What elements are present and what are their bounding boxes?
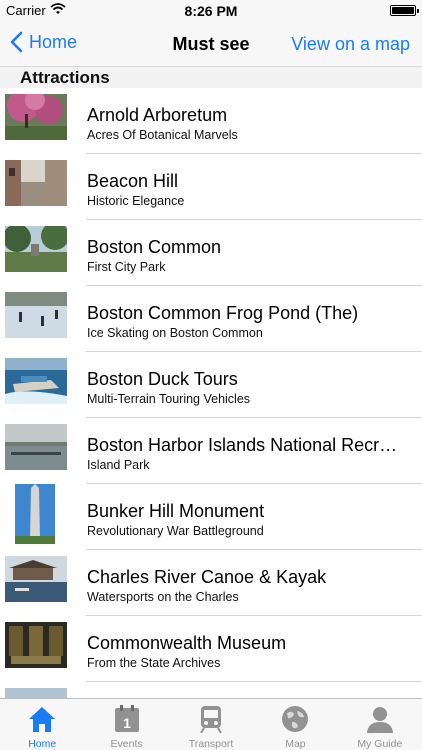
tab-label: Map: [285, 738, 306, 750]
list-item[interactable]: Charles River Canoe & Kayak Watersports …: [0, 550, 422, 616]
tab-map[interactable]: Map: [253, 699, 337, 750]
list-item[interactable]: Bunker Hill Monument Revolutionary War B…: [0, 484, 422, 550]
tab-home[interactable]: Home: [0, 699, 84, 750]
tab-label: Events: [110, 738, 143, 750]
list-item-subtitle: Watersports on the Charles: [87, 590, 239, 604]
thumbnail-image: [15, 484, 55, 544]
list-item-subtitle: Island Park: [87, 458, 150, 472]
status-time: 8:26 PM: [184, 3, 238, 19]
list-item-subtitle: Acres Of Botanical Marvels: [87, 128, 238, 142]
tab-transport[interactable]: Transport: [169, 699, 253, 750]
list-item-subtitle: Ice Skating on Boston Common: [87, 326, 263, 340]
thumbnail-image: [5, 292, 67, 338]
thumbnail-image: [5, 622, 67, 668]
list-item[interactable]: Commonwealth Museum From the State Archi…: [0, 616, 422, 682]
list-item-subtitle: First City Park: [87, 260, 166, 274]
list-item-title: Charles River Canoe & Kayak: [87, 567, 327, 587]
chevron-left-icon: [10, 31, 23, 53]
tab-label: My Guide: [357, 738, 403, 750]
list-item-title: Boston Common Frog Pond (The): [87, 303, 359, 323]
list-item[interactable]: Boston Harbor Islands National Recreatio…: [0, 418, 422, 484]
tab-label: Home: [28, 738, 57, 750]
list-item-subtitle: Multi-Terrain Touring Vehicles: [87, 392, 251, 406]
tab-my-guide[interactable]: My Guide: [338, 699, 422, 750]
status-bar: Carrier 8:26 PM: [0, 0, 422, 22]
view-on-map-button[interactable]: View on a map: [291, 34, 410, 55]
thumbnail-image: [5, 556, 67, 602]
svg-text:1: 1: [123, 715, 131, 731]
list-item-title: Arnold Arboretum: [87, 105, 228, 125]
list-item-subtitle: From the State Archives: [87, 656, 221, 670]
back-button[interactable]: Home: [10, 31, 77, 53]
list-item-subtitle: Historic Elegance: [87, 194, 185, 208]
list-item-partial[interactable]: [0, 682, 422, 698]
battery-icon: [390, 5, 419, 16]
list-item[interactable]: Arnold Arboretum Acres Of Botanical Marv…: [0, 88, 422, 154]
thumbnail-image: [5, 424, 67, 470]
tab-bar: Home 1 Events Transport Map My Guide: [0, 698, 422, 750]
thumbnail-image: [5, 358, 67, 404]
home-icon: [29, 707, 56, 732]
thumbnail-image: [5, 160, 67, 206]
list-item[interactable]: Boston Duck Tours Multi-Terrain Touring …: [0, 352, 422, 418]
thumbnail-image: [5, 94, 67, 140]
section-header: Attractions: [0, 66, 422, 88]
list-item-title: Bunker Hill Monument: [87, 501, 265, 521]
tab-events[interactable]: 1 Events: [84, 699, 168, 750]
person-icon: [366, 707, 393, 733]
list-item-title: Beacon Hill: [87, 171, 179, 191]
list-item[interactable]: Beacon Hill Historic Elegance: [0, 154, 422, 220]
calendar-icon: 1: [114, 705, 139, 732]
list-item-subtitle: Revolutionary War Battleground: [87, 524, 264, 538]
thumbnail-image: [5, 688, 67, 698]
train-icon: [200, 706, 222, 733]
list-item[interactable]: Boston Common Frog Pond (The) Ice Skatin…: [0, 286, 422, 352]
list-item-title: Boston Duck Tours: [87, 369, 238, 389]
thumbnail-image: [5, 226, 67, 272]
attractions-list[interactable]: Arnold Arboretum Acres Of Botanical Marv…: [0, 88, 422, 698]
list-item-title: Boston Common: [87, 237, 222, 257]
globe-icon: [282, 706, 309, 732]
list-item-title: Boston Harbor Islands National Recreatio…: [87, 435, 405, 455]
back-button-label: Home: [29, 31, 78, 52]
navigation-bar: Home Must see View on a map: [0, 22, 422, 66]
list-item-title: Commonwealth Museum: [87, 633, 287, 653]
tab-label: Transport: [188, 738, 234, 750]
list-item[interactable]: Boston Common First City Park: [0, 220, 422, 286]
